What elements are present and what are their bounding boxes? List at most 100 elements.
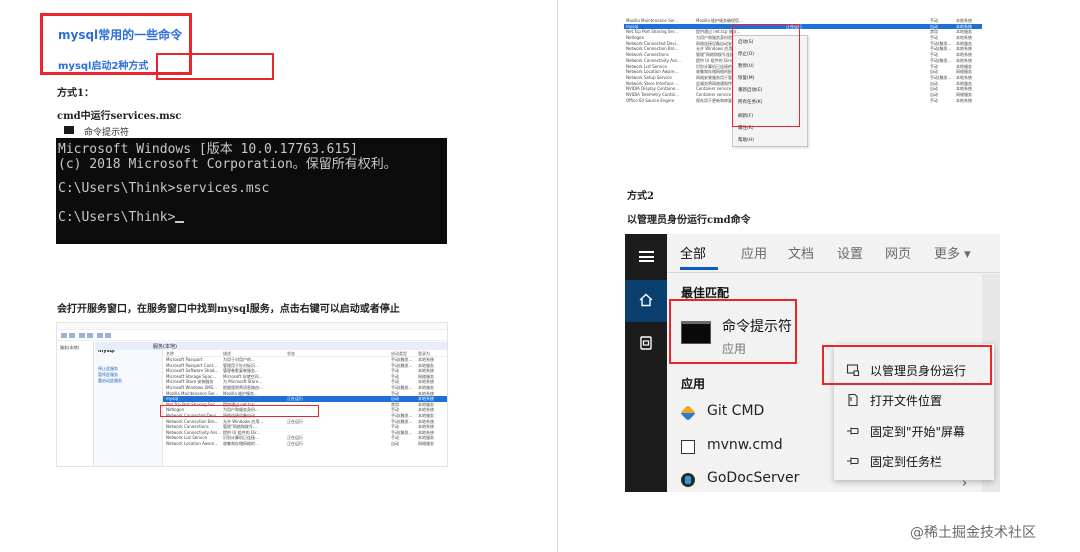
app-result-mvnw[interactable]: mvnw.cmd <box>681 437 851 459</box>
cmd-cursor <box>175 221 185 223</box>
best-match-highlight <box>669 299 797 364</box>
service-cell: Network Setup Service <box>626 74 672 80</box>
services-pane-header: 服务(本地) <box>95 342 447 350</box>
instruction-text: 会打开服务窗口，在服务窗口中找到mysql服务，点击右键可以启动或者停止 <box>57 304 400 315</box>
back-icon[interactable] <box>61 333 67 338</box>
service-cell: Network Location Aware... <box>166 440 219 446</box>
method1-step: cmd中运行services.msc <box>57 111 182 122</box>
cmd-command-highlight <box>156 53 274 80</box>
cmd-window: 命令提示符 Microsoft Windows [版本 10.0.17763.6… <box>56 122 447 244</box>
search-tabs: 全部 应用 文档 设置 网页 更多 ▾ <box>667 234 1000 272</box>
pin-icon <box>847 457 859 465</box>
cmd-prompt-line: C:\Users\Think> <box>58 210 185 225</box>
service-cell: Network Connection Bro... <box>166 418 219 424</box>
pin-to-taskbar-label: 固定到任务栏 <box>870 455 943 469</box>
service-cell: mysql <box>626 23 638 29</box>
tab-all[interactable]: 全部 <box>680 243 706 262</box>
forward-icon[interactable] <box>69 333 75 338</box>
service-cell: 收集和存储网络的... <box>223 440 259 446</box>
pin-to-start-label: 固定到"开始"屏幕 <box>870 425 966 439</box>
service-cell: Network Connectivity Ass... <box>166 429 222 435</box>
service-cell: 自动 <box>391 440 399 446</box>
play-icon[interactable] <box>97 333 103 338</box>
service-cell: Network Connections <box>166 424 209 430</box>
apps-section-label: 应用 <box>681 377 706 391</box>
app-result-label: mvnw.cmd <box>707 437 783 453</box>
service-cell: Network List Service <box>166 435 208 441</box>
services-description-pane: mysql 停止此服务 暂停此服务 重启动此服务 <box>95 342 163 466</box>
hamburger-menu-icon[interactable] <box>639 251 654 262</box>
service-cell: NVIDIA Display Containe... <box>626 86 679 92</box>
tabs-separator <box>667 272 1000 273</box>
service-cell: Network Store Interface ... <box>626 80 679 86</box>
tab-web[interactable]: 网页 <box>885 243 911 262</box>
services-window: 服务(本地) mysql 停止此服务 暂停此服务 重启动此服务 服务(本地) 名… <box>56 322 448 467</box>
cmd-command: services.msc <box>175 181 270 196</box>
service-cell: Network List Service <box>626 63 668 69</box>
service-cell: Network Connections <box>626 52 669 58</box>
cmd-prompt-2: C:\Users\Think> <box>58 210 176 225</box>
method2-step: 以管理员身份运行cmd命令 <box>627 215 751 226</box>
page-divider <box>557 0 558 552</box>
method2-heading: 方式2 <box>627 191 654 202</box>
services-pane-title: 服务(本地) <box>153 344 177 350</box>
pin-icon <box>847 427 859 435</box>
tab-apps[interactable]: 应用 <box>741 243 767 262</box>
tab-more[interactable]: 更多 ▾ <box>934 243 971 262</box>
services-tree[interactable]: 服务(本地) <box>57 342 94 466</box>
service-cell: 正在运行 <box>287 440 303 446</box>
pin-to-taskbar-item[interactable]: 固定到任务栏 <box>834 447 994 475</box>
services-list[interactable]: 名称 描述 状态 启动类型 登录为 Microsoft Passport 为用于对… <box>163 351 447 447</box>
home-icon <box>639 293 653 307</box>
tab-documents[interactable]: 文档 <box>788 243 814 262</box>
app-result-git-cmd[interactable]: Git CMD <box>680 403 851 425</box>
service-cell: Network Location Aware... <box>626 69 679 75</box>
service-cell: Microsoft Software Shad... <box>166 368 219 374</box>
service-cell: Microsoft Windows SMS... <box>166 384 217 390</box>
cmd-window-title: 命令提示符 <box>84 128 130 138</box>
service-cell: Microsoft Passport Cont... <box>166 362 217 368</box>
service-cell: Mozilla Maintenance Ser... <box>166 390 219 396</box>
search-sidebar <box>625 234 667 492</box>
service-cell: mysql <box>166 396 178 402</box>
app-result-label: GoDocServer <box>707 470 800 486</box>
service-cell: Network Connected Devi... <box>626 40 680 46</box>
app-result-label: Git CMD <box>707 403 765 419</box>
refresh-icon[interactable] <box>87 333 93 338</box>
service-cell: 本地系统 <box>956 97 972 103</box>
app-result-godocserver[interactable]: GoDocServer <box>681 470 851 492</box>
service-cell: Office 64 Source Engine <box>626 97 675 103</box>
file-icon <box>681 440 695 454</box>
cmd-command-line: C:\Users\Think>services.msc <box>58 181 269 196</box>
sidebar-home[interactable] <box>625 280 667 322</box>
git-icon <box>680 405 696 421</box>
service-cell: Network Connectivity Ass... <box>626 57 682 63</box>
service-cell: 手动 <box>930 97 938 103</box>
run-as-admin-highlight <box>822 345 992 385</box>
restart-service-link[interactable]: 重启动此服务 <box>98 378 122 384</box>
pin-to-start-item[interactable]: 固定到"开始"屏幕 <box>834 417 994 445</box>
method1-heading: 方式1： <box>57 88 94 99</box>
service-cell: NVIDIA Telemetry Contai... <box>626 91 679 97</box>
stop-icon[interactable] <box>105 333 111 338</box>
cmd-icon <box>64 126 74 134</box>
service-cell: 网络服务 <box>418 440 434 446</box>
service-cell: Netlogon <box>626 35 645 41</box>
services-toolbar <box>57 331 447 341</box>
cmd-copyright-line: (c) 2018 Microsoft Corporation。保留所有权利。 <box>58 157 397 172</box>
left-document-page: mysql常用的一些命令 mysql启动2种方式 方式1： cmd中运行serv… <box>0 0 556 552</box>
services-titlebar <box>57 323 447 330</box>
file-location-icon <box>848 393 858 407</box>
open-file-location-item[interactable]: 打开文件位置 <box>834 386 994 414</box>
tree-item-services-local[interactable]: 服务(本地) <box>60 345 79 350</box>
service-cell: Microsoft Storage Spac... <box>166 373 216 379</box>
service-row[interactable]: Network Location Aware... 收集和存储网络的... 正在运行… <box>163 440 447 447</box>
service-cell: Network Connection Bro... <box>626 46 679 52</box>
service-cell: Net.Tcp Port Sharing Ser... <box>626 29 678 35</box>
document-icon[interactable] <box>639 336 653 350</box>
cmd-titlebar: 命令提示符 <box>56 122 447 138</box>
properties-icon[interactable] <box>79 333 85 338</box>
tab-settings[interactable]: 设置 <box>837 243 863 262</box>
context-menu-item[interactable]: 帮助(H) <box>738 137 754 143</box>
gopher-icon <box>681 473 695 487</box>
